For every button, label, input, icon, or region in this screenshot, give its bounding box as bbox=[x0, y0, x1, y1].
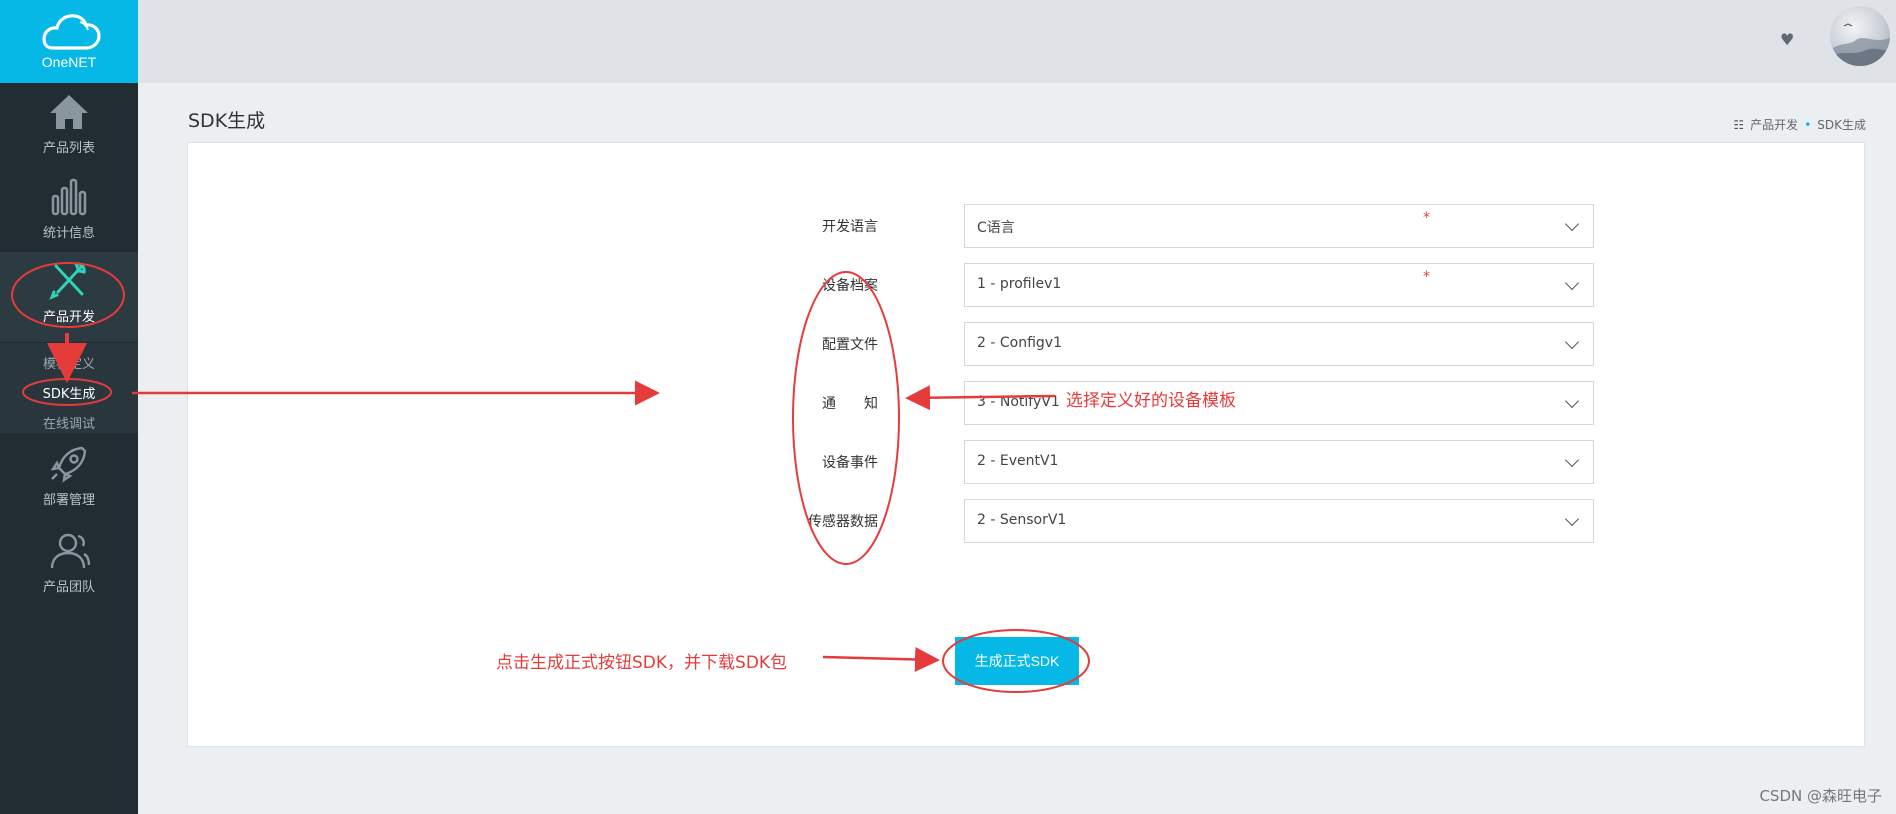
highlight-ellipse-generate-button bbox=[942, 629, 1090, 693]
annotation-overlay bbox=[11, 262, 1090, 693]
app-root: OneNET 产品列表 统计信息 产品开发 模板定义 SDK生成 在线调试 部署… bbox=[0, 0, 1896, 814]
highlight-ellipse-product-dev bbox=[11, 262, 125, 328]
highlight-ellipse-sdk bbox=[22, 378, 112, 406]
arrow-to-button bbox=[822, 646, 940, 672]
watermark: CSDN @森旺电子 bbox=[1759, 787, 1882, 805]
annotation-click-generate: 点击生成正式按钮SDK，并下载SDK包 bbox=[496, 653, 788, 673]
highlight-ellipse-template-values bbox=[792, 271, 900, 565]
annotation-choose-template: 选择定义好的设备模板 bbox=[1066, 391, 1236, 411]
arrow-to-template bbox=[905, 385, 1056, 411]
